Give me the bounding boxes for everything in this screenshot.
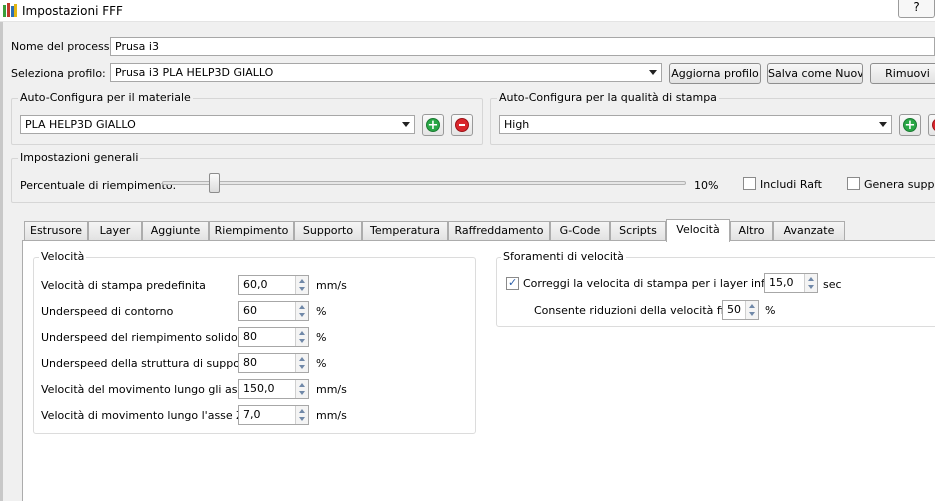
infill-slider-handle[interactable]	[209, 173, 220, 193]
outline-underspeed-spinbox[interactable]: 60	[238, 301, 309, 321]
solid-infill-underspeed-label: Underspeed del riempimento solido	[41, 331, 238, 344]
xy-movement-speed-unit: mm/s	[316, 383, 347, 396]
xy-movement-speed-value: 150,0	[243, 382, 275, 395]
chevron-down-icon	[879, 122, 887, 127]
chevron-down-icon	[402, 122, 410, 127]
general-settings-title: Impostazioni generali	[18, 151, 141, 164]
speed-reduction-label: Consente riduzioni della velocità fino a	[534, 304, 748, 317]
speed-reduction-spinbox[interactable]: 50	[722, 300, 759, 320]
chevron-down-icon	[649, 70, 657, 75]
raft-label: Includi Raft	[760, 178, 822, 191]
tab-gcode[interactable]: G-Code	[550, 221, 610, 240]
tab-estrusore[interactable]: Estrusore	[24, 221, 88, 240]
process-name-input[interactable]: Prusa i3	[110, 37, 935, 56]
z-movement-speed-value: 7,0	[243, 408, 261, 421]
slowdown-checkbox[interactable]	[506, 276, 519, 290]
minus-icon	[455, 118, 469, 132]
tab-avanzate[interactable]: Avanzate	[773, 221, 845, 240]
spin-arrows-icon[interactable]	[295, 328, 308, 346]
add-material-button[interactable]: +	[422, 114, 444, 136]
z-movement-speed-spinbox[interactable]: 7,0	[238, 405, 309, 425]
tab-altro[interactable]: Altro	[730, 221, 773, 240]
outline-underspeed-label: Underspeed di contorno	[41, 305, 174, 318]
profile-select[interactable]: Prusa i3 PLA HELP3D GIALLO	[110, 63, 662, 82]
save-as-new-button[interactable]: Salva come Nuovo	[767, 63, 863, 84]
tab-supporto[interactable]: Supporto	[294, 221, 362, 240]
material-select-value: PLA HELP3D GIALLO	[25, 118, 136, 131]
slowdown-time-unit: sec	[823, 278, 842, 291]
support-underspeed-value: 80	[243, 356, 257, 369]
speed-reduction-unit: %	[765, 304, 776, 317]
add-quality-button[interactable]: +	[899, 114, 921, 136]
remove-material-button[interactable]	[451, 114, 473, 136]
tab-velocita[interactable]: Velocità	[666, 219, 730, 242]
z-movement-speed-label: Velocità di movimento lungo l'asse Z	[41, 409, 244, 422]
tab-temperatura[interactable]: Temperatura	[362, 221, 448, 240]
support-underspeed-spinbox[interactable]: 80	[238, 353, 309, 373]
spin-arrows-icon[interactable]	[295, 302, 308, 320]
title-bar	[0, 0, 935, 22]
outline-underspeed-unit: %	[316, 305, 327, 318]
default-speed-label: Velocità di stampa predefinita	[41, 279, 206, 292]
remove-quality-button[interactable]	[928, 114, 935, 136]
update-profile-button[interactable]: Aggiorna profilo	[669, 63, 761, 84]
infill-value: 10%	[694, 179, 719, 192]
default-speed-unit: mm/s	[316, 279, 347, 292]
quality-select-value: High	[504, 118, 530, 131]
material-group-title: Auto-Configura per il materiale	[18, 91, 193, 104]
outline-underspeed-value: 60	[243, 304, 257, 317]
plus-icon: +	[426, 118, 440, 133]
solid-infill-underspeed-unit: %	[316, 331, 327, 344]
profile-select-label: Seleziona profilo:	[11, 67, 106, 80]
spin-arrows-icon[interactable]	[295, 406, 308, 424]
slowdown-label: Correggi la velocita di stampa per i lay…	[523, 277, 794, 290]
remove-profile-button[interactable]: Rimuovi	[870, 63, 935, 84]
speed-reduction-value: 50	[727, 303, 741, 316]
solid-infill-underspeed-value: 80	[243, 330, 257, 343]
quality-select[interactable]: High	[499, 115, 892, 134]
raft-checkbox[interactable]	[743, 177, 756, 190]
speed-group-title: Velocità	[39, 250, 87, 263]
z-movement-speed-unit: mm/s	[316, 409, 347, 422]
support-checkbox[interactable]	[847, 177, 860, 190]
plus-icon: +	[903, 118, 917, 133]
material-select[interactable]: PLA HELP3D GIALLO	[20, 115, 415, 134]
tab-layer[interactable]: Layer	[88, 221, 142, 240]
tab-raffreddamento[interactable]: Raffreddamento	[448, 221, 550, 240]
spin-arrows-icon[interactable]	[295, 276, 308, 294]
help-button[interactable]: ?	[898, 0, 935, 18]
slowdown-group-title: Sforamenti di velocità	[501, 250, 626, 263]
window-title: Impostazioni FFF	[22, 4, 123, 18]
spin-arrows-icon[interactable]	[804, 274, 817, 292]
slowdown-time-value: 15,0	[769, 276, 794, 289]
spin-arrows-icon[interactable]	[295, 354, 308, 372]
tab-riempimento[interactable]: Riempimento	[209, 221, 294, 240]
tab-scripts[interactable]: Scripts	[610, 221, 666, 240]
support-underspeed-label: Underspeed della struttura di supporto	[41, 357, 256, 370]
slowdown-time-spinbox[interactable]: 15,0	[764, 273, 818, 293]
default-speed-spinbox[interactable]: 60,0	[238, 275, 309, 295]
process-name-label: Nome del processo:	[11, 40, 120, 53]
quality-group-title: Auto-Configura per la qualità di stampa	[497, 91, 719, 104]
support-underspeed-unit: %	[316, 357, 327, 370]
spin-arrows-icon[interactable]	[745, 301, 758, 319]
app-logo-icon	[3, 3, 17, 17]
infill-label: Percentuale di riempimento:	[20, 179, 177, 192]
solid-infill-underspeed-spinbox[interactable]: 80	[238, 327, 309, 347]
xy-movement-speed-label: Velocità del movimento lungo gli assi X/…	[41, 383, 268, 396]
infill-slider-track[interactable]	[162, 181, 686, 185]
spin-arrows-icon[interactable]	[295, 380, 308, 398]
xy-movement-speed-spinbox[interactable]: 150,0	[238, 379, 309, 399]
tab-aggiunte[interactable]: Aggiunte	[142, 221, 209, 240]
window-left-edge	[0, 22, 3, 501]
profile-select-value: Prusa i3 PLA HELP3D GIALLO	[115, 66, 274, 79]
default-speed-value: 60,0	[243, 278, 268, 291]
support-label: Genera supporti	[864, 178, 935, 191]
